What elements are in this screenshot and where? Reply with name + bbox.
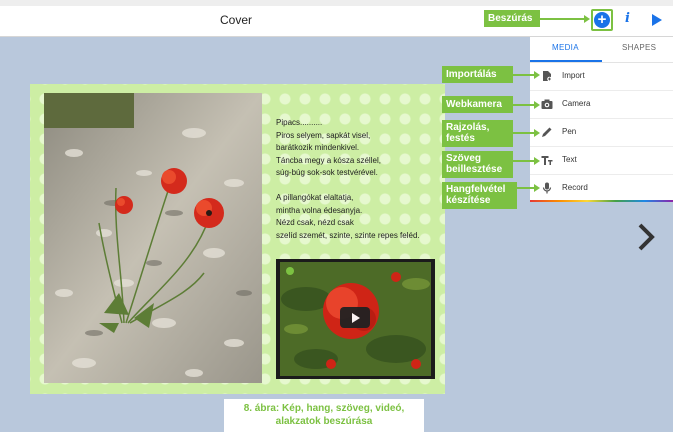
text-icon <box>541 156 553 165</box>
tab-media[interactable]: MEDIA <box>552 43 579 52</box>
video-play-button[interactable] <box>340 307 370 328</box>
menu-item-label: Import <box>562 71 585 80</box>
callout-camera: Webkamera <box>442 96 513 113</box>
add-button[interactable]: + <box>591 9 613 31</box>
pen-icon <box>542 127 552 137</box>
menu-item-label: Camera <box>562 99 591 108</box>
callout-pen: Rajzolás, festés <box>442 120 513 147</box>
menu-item-pen[interactable]: Pen <box>530 119 673 147</box>
callout-arrow-icon <box>584 15 590 23</box>
callout-beszuras: Beszúrás <box>484 10 540 27</box>
menu-item-label: Record <box>562 183 588 192</box>
menu-item-record[interactable]: Record <box>530 175 673 202</box>
menu-item-import[interactable]: Import <box>530 63 673 91</box>
callout-arrow-icon <box>534 129 540 137</box>
callout-line <box>513 160 534 162</box>
poem-text[interactable]: Pipacs.......... Piros selyem, sapkát vi… <box>276 117 441 242</box>
camera-icon <box>541 99 553 109</box>
import-icon <box>543 71 552 82</box>
active-tab-indicator <box>530 60 602 62</box>
callout-line <box>513 132 534 134</box>
callout-line <box>513 74 534 76</box>
plus-circle-icon: + <box>594 12 610 28</box>
microphone-icon <box>542 182 552 194</box>
slide-canvas[interactable]: Pipacs.......... Piros selyem, sapkát vi… <box>30 84 445 394</box>
tab-shapes[interactable]: SHAPES <box>622 43 656 52</box>
callout-arrow-icon <box>534 101 540 109</box>
color-strip <box>530 200 673 202</box>
callout-import: Importálás <box>442 66 513 83</box>
menu-item-label: Pen <box>562 127 577 136</box>
photo-image <box>44 93 262 383</box>
panel-tabs: MEDIA SHAPES <box>530 37 673 63</box>
callout-arrow-icon <box>534 184 540 192</box>
next-slide-arrow-icon[interactable] <box>634 222 658 252</box>
menu-item-text[interactable]: Text <box>530 147 673 175</box>
callout-arrow-icon <box>534 71 540 79</box>
callout-line <box>513 104 534 106</box>
caption-text: 8. ábra: Kép, hang, szöveg, videó, alakz… <box>243 403 405 427</box>
callout-line <box>517 187 534 189</box>
menu-item-label: Text <box>562 155 577 164</box>
video-player[interactable] <box>276 259 435 379</box>
page-title: Cover <box>219 13 252 27</box>
play-icon[interactable] <box>652 14 662 26</box>
app-toolbar: Cover + i <box>0 6 673 37</box>
callout-text: Szöveg beillesztése <box>442 151 513 178</box>
menu-item-camera[interactable]: Camera <box>530 91 673 119</box>
callout-record: Hangfelvétel készítése <box>442 182 517 209</box>
callout-arrow-icon <box>534 157 540 165</box>
info-icon[interactable]: i <box>625 11 630 26</box>
poppy-photo[interactable] <box>44 93 262 383</box>
media-panel: MEDIA SHAPES Import Camera Pen Text Reco… <box>530 37 673 202</box>
callout-line <box>540 18 584 20</box>
figure-caption: 8. ábra: Kép, hang, szöveg, videó, alakz… <box>224 399 424 432</box>
